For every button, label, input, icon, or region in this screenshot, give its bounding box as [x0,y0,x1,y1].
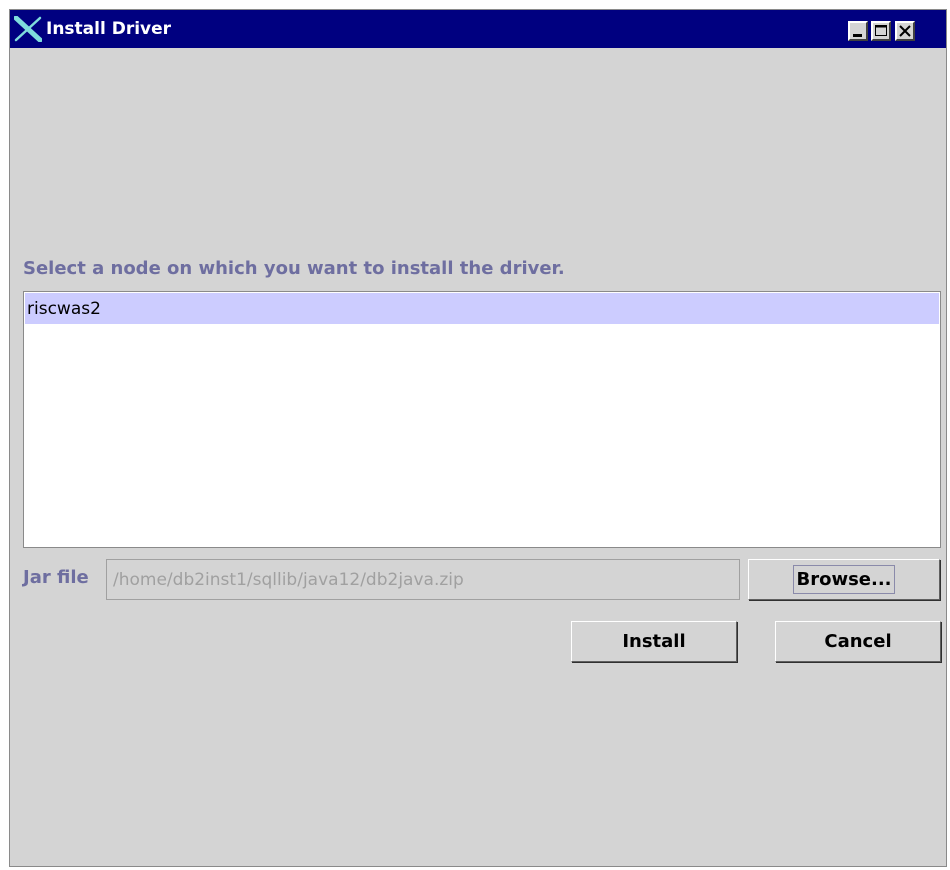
maximize-icon [875,25,887,36]
install-driver-window: Install Driver Select a node on which yo… [9,9,947,867]
browse-label: Browse... [793,565,895,594]
instruction-label: Select a node on which you want to insta… [23,258,565,279]
close-button[interactable] [895,21,915,41]
node-list[interactable]: riscwas2 [23,291,941,548]
minimize-icon [853,34,862,37]
jar-file-label: Jar file [23,567,89,588]
title-bar[interactable]: Install Driver [10,10,946,48]
close-icon [899,25,911,37]
cancel-button[interactable]: Cancel [775,621,941,662]
node-label: riscwas2 [27,299,101,319]
window-title: Install Driver [46,19,172,39]
x-app-icon [13,15,43,43]
maximize-button[interactable] [871,21,891,41]
browse-button[interactable]: Browse... [748,559,940,600]
list-item[interactable]: riscwas2 [25,293,939,324]
minimize-button[interactable] [848,21,868,41]
jar-file-input[interactable] [106,559,740,600]
install-button[interactable]: Install [571,621,737,662]
